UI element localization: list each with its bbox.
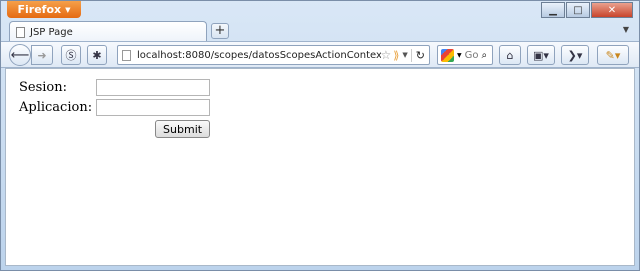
- tab-list-icon[interactable]: ▼: [623, 25, 629, 34]
- aplicacion-input[interactable]: [96, 98, 211, 116]
- sesion-label: Sesion:: [19, 79, 68, 95]
- maximize-button[interactable]: □: [566, 2, 590, 18]
- home-button[interactable]: ⌂: [499, 45, 521, 65]
- close-button[interactable]: ✕: [591, 2, 633, 18]
- minimize-button[interactable]: ▁: [541, 2, 565, 18]
- google-icon: [441, 48, 454, 62]
- addon-menu-button[interactable]: ✎▾: [597, 45, 629, 65]
- sesion-input[interactable]: [96, 78, 211, 96]
- tab-title: JSP Page: [30, 26, 73, 38]
- chevron-down-icon: ▼: [65, 5, 71, 14]
- bookmarks-menu-button[interactable]: ▣▾: [527, 45, 555, 65]
- new-tab-button[interactable]: +: [211, 23, 229, 39]
- page-content: Sesion: Aplicacion: Submit: [5, 68, 635, 266]
- chevron-right-icon: ❯▾: [567, 48, 583, 62]
- firefox-menu-button[interactable]: Firefox ▼: [7, 1, 81, 18]
- tab-bar: JSP Page + ▼: [1, 19, 639, 42]
- puzzle-icon: ✱: [92, 48, 102, 62]
- url-text: localhost:8080/scopes/datosScopesActionC…: [137, 49, 381, 61]
- search-box[interactable]: ▼ Go ⌕: [437, 45, 493, 65]
- home-icon: ⌂: [506, 48, 514, 62]
- submit-button[interactable]: Submit: [155, 120, 211, 138]
- tab-jsp-page[interactable]: JSP Page: [9, 21, 207, 42]
- back-arrow-icon: ⟵: [10, 47, 30, 63]
- search-engine-text: Go: [464, 49, 479, 61]
- window-controls: ▁ □ ✕: [541, 2, 633, 18]
- form-table: Sesion: Aplicacion: Submit: [17, 77, 212, 139]
- reload-icon[interactable]: ↻: [410, 48, 429, 62]
- firefox-menu-label: Firefox: [17, 3, 62, 16]
- bookmarks-icon: ▣▾: [533, 48, 549, 62]
- s-addon-button[interactable]: Ⓢ: [61, 45, 81, 65]
- search-icon[interactable]: ⌕: [482, 50, 488, 61]
- brush-icon: ✎▾: [605, 48, 621, 62]
- url-history-dropdown-icon[interactable]: ▼: [402, 51, 407, 59]
- addon-button[interactable]: ✱: [87, 45, 107, 65]
- aplicacion-label: Aplicacion:: [19, 99, 93, 115]
- forward-arrow-icon: ➜: [37, 48, 47, 62]
- back-button[interactable]: ⟵: [9, 44, 31, 66]
- forward-button[interactable]: ➜: [31, 45, 53, 65]
- page-icon: [16, 26, 25, 38]
- browser-window: Firefox ▼ ▁ □ ✕ JSP Page + ▼ ⟵ ➜ Ⓢ ✱ loc…: [0, 0, 640, 271]
- bookmark-star-icon[interactable]: ☆: [381, 48, 392, 62]
- rss-icon[interactable]: ⟫: [393, 49, 399, 62]
- navigation-toolbar: ⟵ ➜ Ⓢ ✱ localhost:8080/scopes/datosScope…: [1, 41, 639, 68]
- page-icon: [122, 49, 131, 61]
- toolbar-overflow-button[interactable]: ❯▾: [561, 45, 589, 65]
- url-bar[interactable]: localhost:8080/scopes/datosScopesActionC…: [117, 45, 430, 65]
- s-icon: Ⓢ: [65, 49, 77, 62]
- chevron-down-icon: ▼: [457, 51, 462, 59]
